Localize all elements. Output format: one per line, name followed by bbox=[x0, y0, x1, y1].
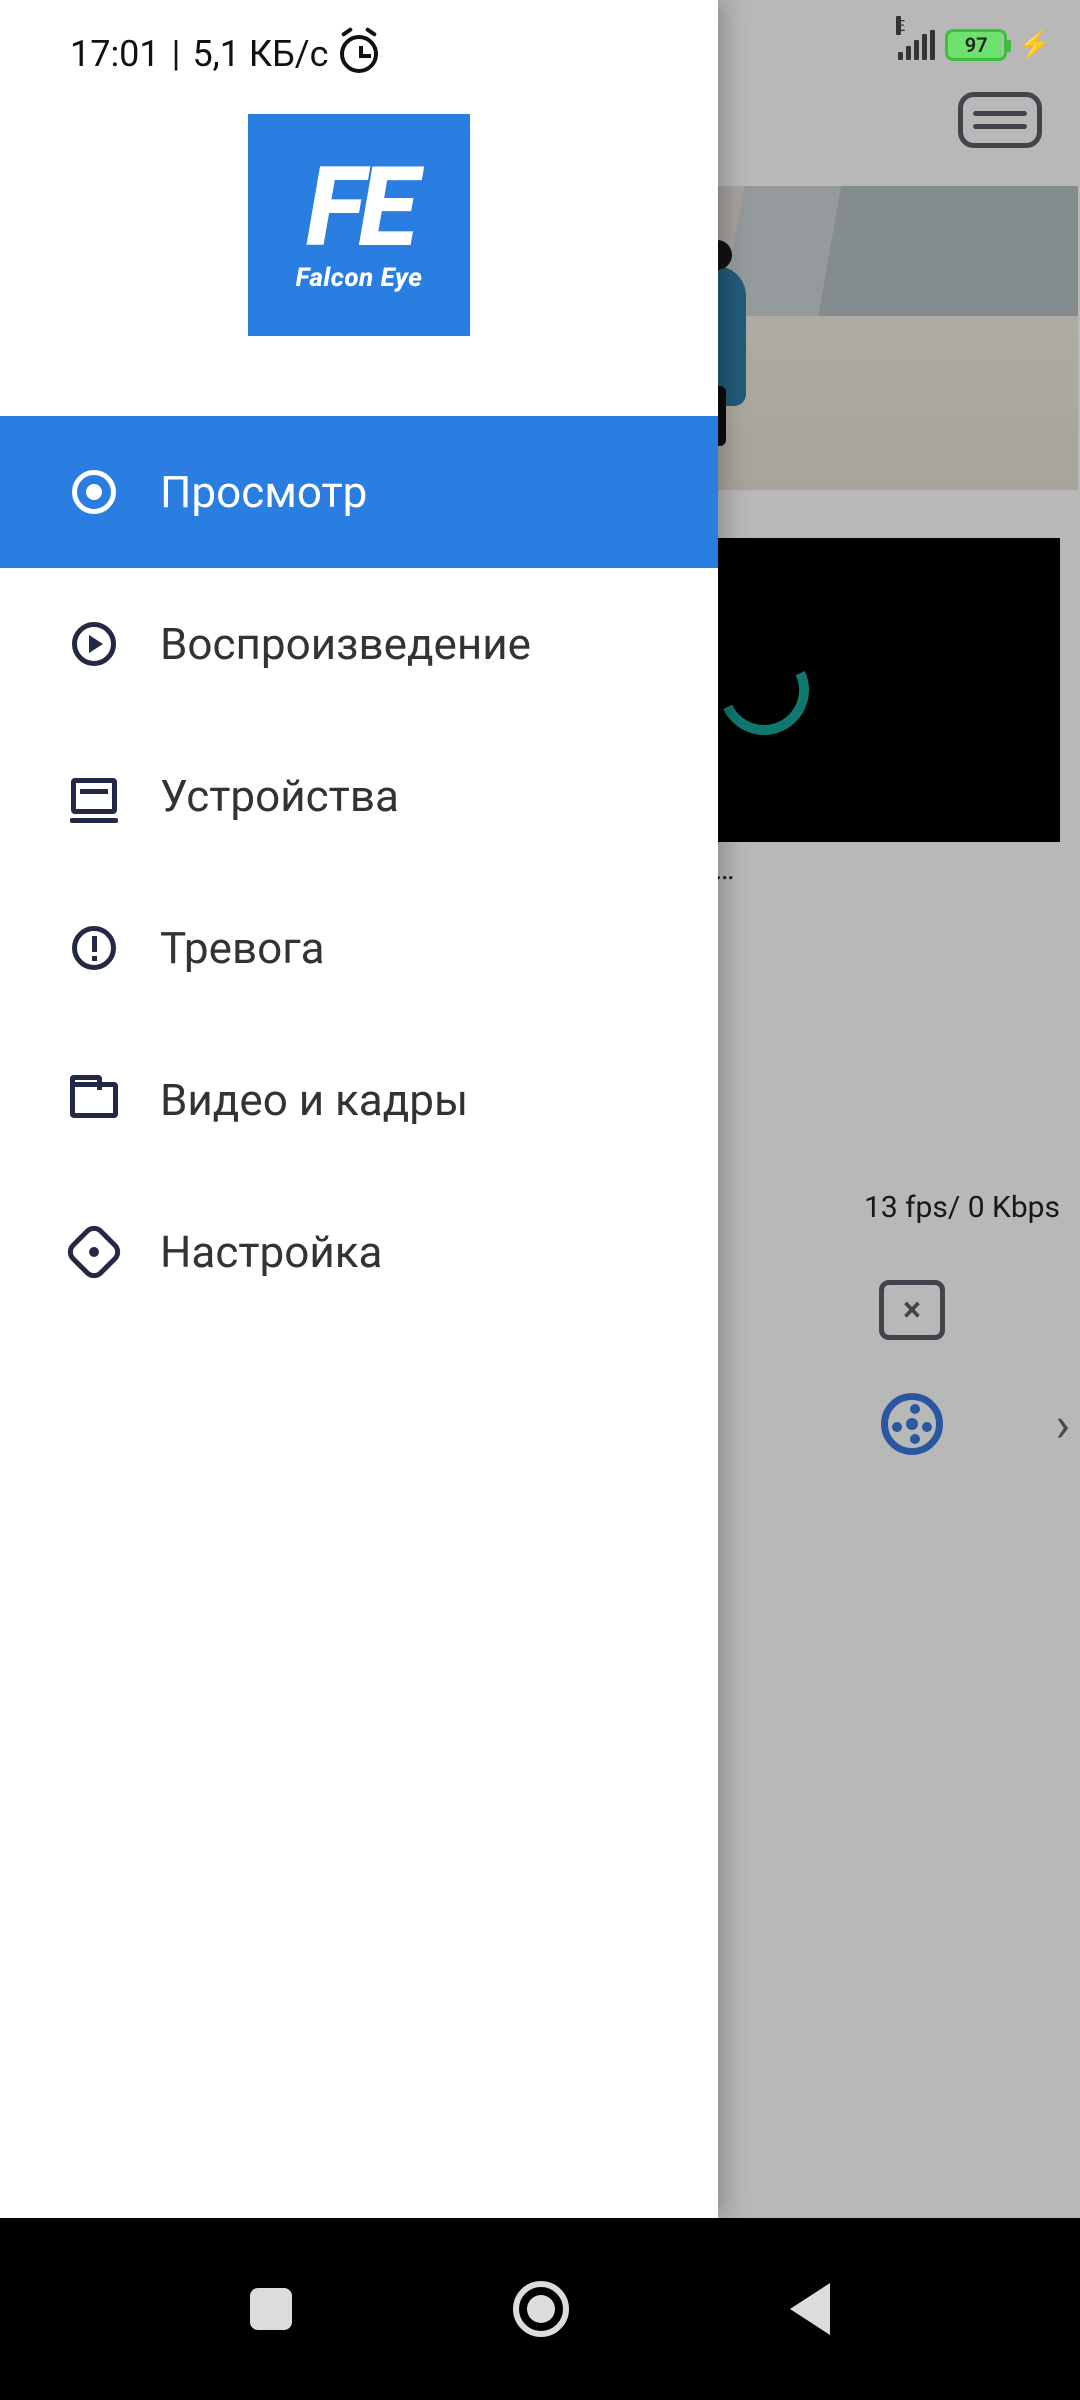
system-navigation-bar bbox=[0, 2218, 1080, 2400]
folder-icon bbox=[70, 1082, 118, 1118]
alarm-clock-icon bbox=[340, 35, 378, 73]
menu-item-label: Видео и кадры bbox=[160, 1074, 468, 1126]
nav-recents-button[interactable] bbox=[250, 2288, 292, 2330]
menu-item-alarm[interactable]: Тревога bbox=[0, 872, 718, 1024]
status-bar-right: E 97 ⚡ bbox=[898, 28, 1052, 61]
menu-item-media[interactable]: Видео и кадры bbox=[0, 1024, 718, 1176]
status-bar-left: 17:01 | 5,1 КБ/с bbox=[0, 0, 718, 84]
status-net-speed: 5,1 КБ/с bbox=[192, 33, 328, 75]
signal-icon: E bbox=[898, 30, 935, 60]
menu-item-devices[interactable]: Устройства bbox=[0, 720, 718, 872]
navigation-drawer: 17:01 | 5,1 КБ/с FE Falcon Eye Просмотр … bbox=[0, 0, 718, 2218]
menu-item-label: Настройка bbox=[160, 1226, 382, 1278]
gear-icon bbox=[63, 1221, 125, 1283]
app-logo: FE Falcon Eye bbox=[248, 114, 470, 336]
menu-item-label: Воспроизведение bbox=[160, 618, 531, 670]
menu-item-settings[interactable]: Настройка bbox=[0, 1176, 718, 1328]
menu-item-label: Устройства bbox=[160, 770, 399, 822]
menu-item-playback[interactable]: Воспроизведение bbox=[0, 568, 718, 720]
devices-icon bbox=[71, 778, 117, 814]
nav-back-button[interactable] bbox=[790, 2283, 830, 2335]
status-time: 17:01 bbox=[70, 33, 160, 75]
menu-item-label: Тревога bbox=[160, 922, 325, 974]
nav-home-button[interactable] bbox=[513, 2281, 569, 2337]
battery-icon: 97 bbox=[945, 29, 1007, 61]
alert-icon bbox=[72, 926, 116, 970]
playback-icon bbox=[72, 622, 116, 666]
drawer-menu: Просмотр Воспроизведение Устройства Трев… bbox=[0, 416, 718, 1328]
menu-item-label: Просмотр bbox=[160, 466, 367, 518]
menu-item-live-view[interactable]: Просмотр bbox=[0, 416, 718, 568]
charging-icon: ⚡ bbox=[1017, 28, 1052, 61]
live-view-icon bbox=[72, 470, 116, 514]
